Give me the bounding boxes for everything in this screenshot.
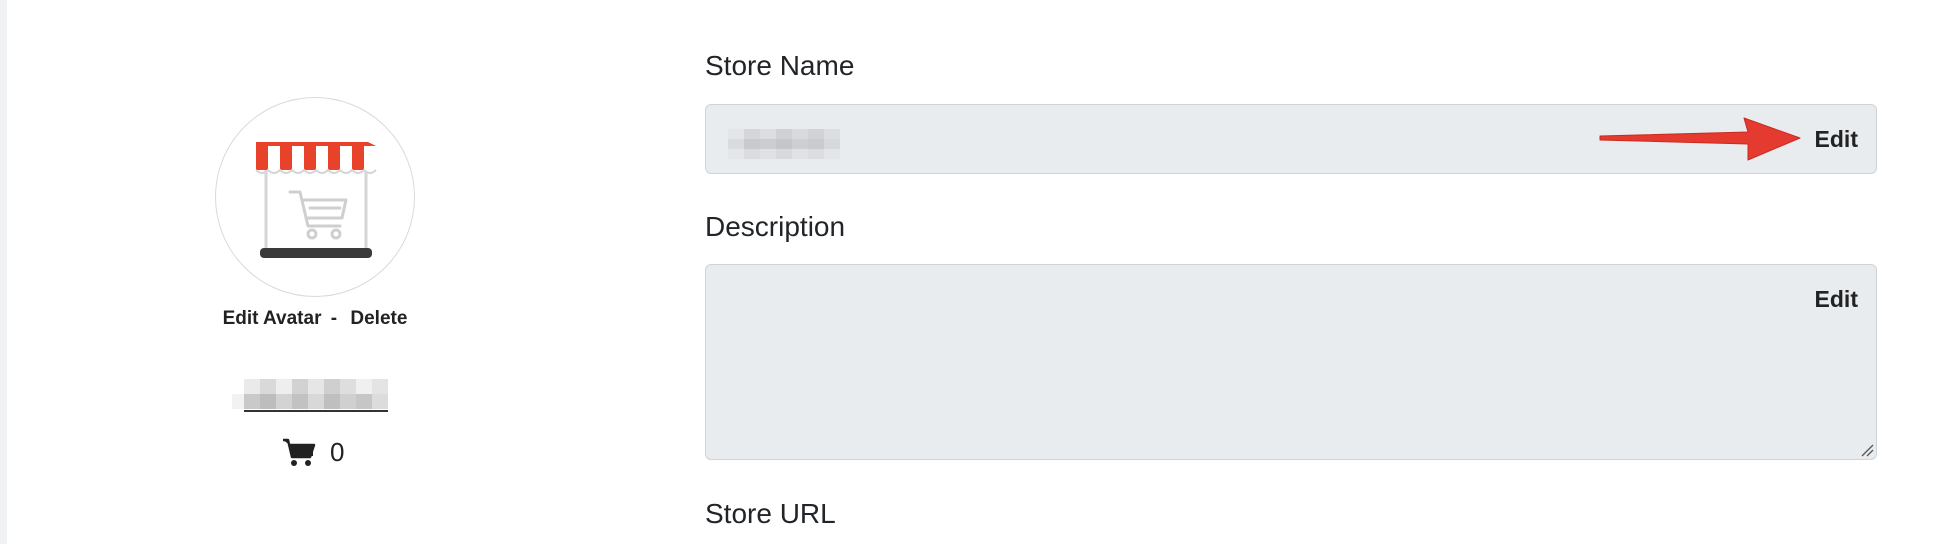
store-name-value-redacted — [728, 129, 858, 159]
description-label: Description — [705, 211, 846, 242]
separator: - — [330, 308, 338, 329]
store-name-label: Store Name — [705, 50, 855, 81]
store-settings-page: Edit Avatar - Delete 0 Store Name Edit D… — [0, 0, 1946, 544]
sidebar-edge — [0, 0, 7, 544]
store-avatar[interactable] — [215, 97, 415, 297]
store-url-label: Store URL — [705, 498, 836, 529]
resize-handle-icon[interactable] — [1860, 443, 1874, 457]
annotation-arrow-icon — [1599, 117, 1801, 161]
cart-summary[interactable]: 0 — [282, 435, 344, 469]
delete-avatar-link[interactable]: Delete — [350, 308, 407, 329]
shopping-cart-icon — [283, 438, 316, 466]
avatar-actions: Edit Avatar - Delete — [200, 308, 430, 330]
description-field[interactable]: Edit — [705, 264, 1877, 460]
edit-avatar-link[interactable]: Edit Avatar — [223, 308, 322, 329]
username-redacted — [232, 377, 392, 412]
edit-store-name-button[interactable]: Edit — [1815, 126, 1858, 153]
storefront-cart-icon — [255, 142, 377, 258]
username-underline — [244, 410, 388, 412]
cart-count: 0 — [330, 436, 345, 467]
edit-description-button[interactable]: Edit — [1815, 286, 1858, 313]
